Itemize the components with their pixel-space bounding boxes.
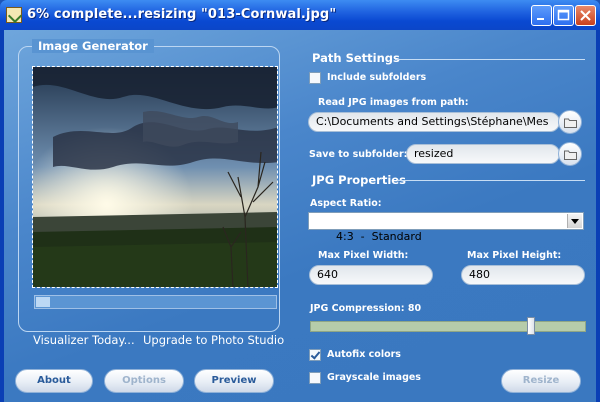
visualizer-link[interactable]: Visualizer Today... [33,333,135,347]
client-area: Image Generator Visualizer Today... Upgr… [4,30,596,402]
include-subfolders-label: Include subfolders [327,72,427,83]
image-preview [32,66,278,288]
save-subfolder-label: Save to subfolder: [309,149,408,160]
close-button[interactable] [575,5,596,26]
browse-read-path-button[interactable] [558,110,582,134]
maximize-button[interactable] [553,5,574,26]
minimize-button[interactable] [531,5,552,26]
minimize-icon [537,18,544,20]
aspect-ratio-select[interactable]: 4:3 - Standard [308,212,584,243]
title-bar[interactable]: 6% complete...resizing "013-Cornwal.jpg" [0,0,600,30]
max-height-label: Max Pixel Height: [467,250,562,261]
progress-fill [36,297,50,307]
grayscale-checkbox[interactable] [309,372,321,384]
about-button[interactable]: About [15,369,93,393]
compression-label: JPG Compression: 80 [310,303,422,314]
max-height-input[interactable]: 480 [461,265,585,285]
path-settings-heading: Path Settings [312,51,400,65]
autofix-colors-label: Autofix colors [327,349,401,360]
browse-save-subfolder-button[interactable] [558,142,582,166]
aspect-ratio-label: Aspect Ratio: [310,198,382,209]
include-subfolders-checkbox[interactable] [309,72,321,84]
resize-progress-bar [34,295,277,309]
jpg-properties-divider [397,180,585,181]
close-icon [580,10,591,21]
resize-button[interactable]: Resize [501,369,581,393]
app-icon [6,7,22,23]
compression-slider-thumb[interactable] [527,317,535,335]
max-width-input[interactable]: 640 [309,265,433,285]
compression-slider-track[interactable] [310,321,586,332]
read-path-label: Read JPG images from path: [318,97,469,108]
aspect-ratio-value: 4:3 - Standard [335,230,422,243]
autofix-colors-checkbox[interactable] [309,349,321,361]
image-generator-title: Image Generator [32,39,154,53]
upgrade-link[interactable]: Upgrade to Photo Studio [143,333,284,347]
maximize-icon [557,9,570,21]
folder-icon [564,118,577,128]
save-subfolder-input[interactable]: resized [406,144,560,164]
folder-icon [564,150,577,160]
window-title: 6% complete...resizing "013-Cornwal.jpg" [27,7,337,22]
app-window: 6% complete...resizing "013-Cornwal.jpg"… [0,0,600,402]
preview-button[interactable]: Preview [194,369,274,393]
options-button[interactable]: Options [104,369,184,393]
jpg-properties-heading: JPG Properties [312,173,406,187]
read-path-input[interactable]: C:\Documents and Settings\Stéphane\Mes [308,112,560,132]
chevron-down-icon[interactable] [567,214,582,228]
grayscale-label: Grayscale images [327,372,421,383]
max-width-label: Max Pixel Width: [318,250,409,261]
landscape-photo [33,67,277,287]
path-settings-divider [395,59,585,60]
